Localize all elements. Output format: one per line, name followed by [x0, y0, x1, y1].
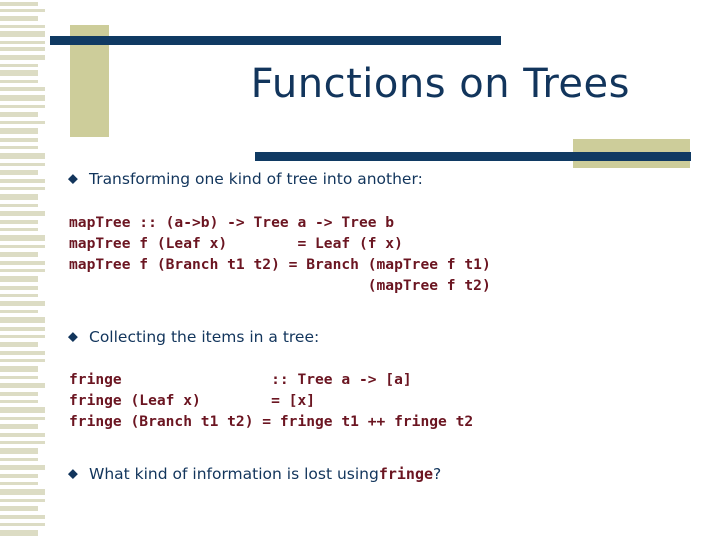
stripe-line	[0, 301, 45, 306]
stripe-line	[0, 235, 45, 241]
stripe-line	[0, 448, 38, 454]
stripe-line	[0, 530, 38, 536]
stripe-line	[0, 87, 45, 91]
bullet-label: Collecting the items in a tree:	[89, 328, 320, 346]
stripe-line	[0, 179, 45, 183]
stripe-line	[0, 489, 45, 495]
stripe-line	[0, 433, 45, 437]
stripe-line	[0, 482, 38, 485]
stripe-line	[0, 269, 45, 272]
slide-body: Transforming one kind of tree into anoth…	[67, 168, 704, 485]
stripe-line	[0, 351, 45, 355]
diamond-bullet-icon	[67, 332, 78, 343]
stripe-line	[0, 16, 38, 21]
stripe-line	[0, 441, 45, 444]
stripe-line	[0, 211, 45, 216]
stripe-line	[0, 474, 38, 478]
slide-canvas: Functions on Trees Transforming one kind…	[0, 0, 720, 540]
stripe-line	[0, 146, 38, 149]
stripe-line	[0, 515, 45, 519]
diamond-bullet-icon	[67, 469, 78, 480]
stripe-line	[0, 112, 38, 117]
stripe-line	[0, 499, 45, 502]
stripe-line	[0, 383, 45, 388]
stripe-line	[0, 276, 38, 282]
bullet-item-collecting: Collecting the items in a tree:	[67, 326, 704, 348]
stripe-line	[0, 95, 45, 101]
code-block-fringe: fringe :: Tree a -> [a] fringe (Leaf x) …	[69, 371, 474, 430]
bullet-item-transforming: Transforming one kind of tree into anoth…	[67, 168, 704, 190]
stripe-line	[0, 400, 38, 403]
stripe-line	[0, 55, 45, 60]
stripe-line	[0, 407, 45, 413]
bottom-horizontal-rule	[255, 152, 691, 161]
stripe-line	[0, 286, 38, 290]
stripe-line	[0, 80, 38, 83]
stripe-line	[0, 417, 45, 420]
stripe-line	[0, 366, 38, 372]
stripe-line	[0, 47, 45, 51]
stripe-line	[0, 25, 45, 28]
bullet-label: Transforming one kind of tree into anoth…	[89, 170, 423, 188]
diamond-bullet-icon	[67, 174, 78, 185]
stripe-line	[0, 170, 38, 175]
stripe-line	[0, 138, 38, 142]
stripe-line	[0, 2, 38, 6]
stripe-line	[0, 128, 38, 134]
stripe-line	[0, 220, 38, 224]
stripe-line	[0, 121, 45, 124]
inline-code-fringe: fringe	[378, 465, 434, 483]
stripe-line	[0, 376, 38, 379]
left-stripe-decoration	[0, 0, 52, 540]
stripe-line	[0, 70, 38, 76]
bullet-label-after: ?	[433, 465, 442, 483]
page-title: Functions on Trees	[250, 61, 630, 107]
stripe-line	[0, 392, 38, 396]
stripe-line	[0, 335, 45, 338]
stripe-line	[0, 245, 45, 248]
stripe-line	[0, 9, 45, 12]
code-block-maptree: mapTree :: (a->b) -> Tree a -> Tree b ma…	[69, 214, 491, 294]
stripe-line	[0, 424, 38, 429]
stripe-line	[0, 194, 38, 200]
top-horizontal-rule	[50, 36, 501, 45]
bullet-item-question: What kind of information is lost using f…	[67, 463, 704, 485]
stripe-line	[0, 261, 45, 265]
bullet-label-before: What kind of information is lost using	[89, 465, 379, 483]
stripe-line	[0, 523, 45, 526]
stripe-line	[0, 228, 38, 231]
stripe-line	[0, 187, 45, 190]
stripe-line	[0, 64, 38, 67]
stripe-line	[0, 252, 38, 257]
stripe-line	[0, 41, 45, 44]
stripe-line	[0, 506, 38, 511]
stripe-line	[0, 327, 45, 331]
stripe-line	[0, 294, 38, 297]
stripe-line	[0, 310, 38, 313]
stripe-line	[0, 31, 45, 37]
stripe-line	[0, 342, 38, 347]
stripe-line	[0, 105, 45, 108]
stripe-line	[0, 458, 38, 461]
stripe-line	[0, 204, 38, 207]
stripe-line	[0, 465, 45, 470]
stripe-line	[0, 359, 45, 362]
stripe-line	[0, 163, 45, 166]
stripe-line	[0, 153, 45, 159]
stripe-line	[0, 317, 45, 323]
